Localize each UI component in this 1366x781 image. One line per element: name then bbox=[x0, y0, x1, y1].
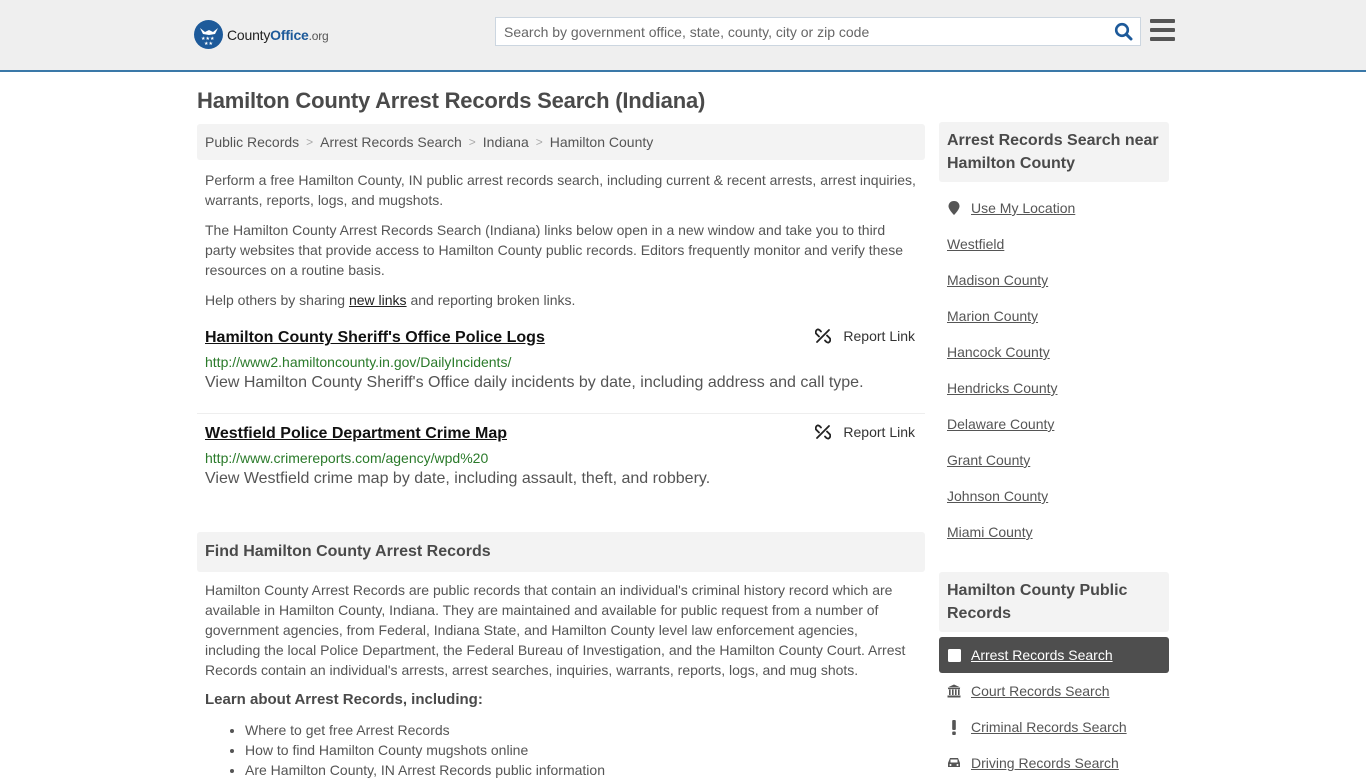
sidebar-nearby-heading: Arrest Records Search near Hamilton Coun… bbox=[939, 122, 1169, 182]
public-records-item-court[interactable]: Court Records Search bbox=[939, 673, 1169, 709]
resource-link-url[interactable]: http://www.crimereports.com/agency/wpd%2… bbox=[205, 448, 917, 468]
search-input[interactable] bbox=[496, 18, 1106, 45]
public-records-item-criminal[interactable]: Criminal Records Search bbox=[939, 709, 1169, 745]
broken-link-icon bbox=[815, 328, 832, 344]
new-links-link[interactable]: new links bbox=[349, 292, 407, 308]
nearby-item: Westfield bbox=[947, 226, 1161, 262]
breadcrumb: Public Records > Arrest Records Search >… bbox=[197, 124, 925, 160]
report-link-button[interactable]: Report Link bbox=[815, 328, 915, 344]
report-link-button[interactable]: Report Link bbox=[815, 424, 915, 440]
find-records-body: Hamilton County Arrest Records are publi… bbox=[205, 582, 906, 678]
nearby-item: Madison County bbox=[947, 262, 1161, 298]
public-records-item-arrest[interactable]: Arrest Records Search bbox=[939, 637, 1169, 673]
use-my-location-item: Use My Location bbox=[947, 190, 1161, 226]
nearby-link[interactable]: Madison County bbox=[947, 272, 1048, 288]
search-button[interactable] bbox=[1106, 18, 1140, 45]
menu-bar bbox=[1150, 37, 1175, 41]
public-records-link[interactable]: Arrest Records Search bbox=[971, 647, 1113, 663]
breadcrumb-indiana[interactable]: Indiana bbox=[483, 134, 529, 150]
public-records-link[interactable]: Driving Records Search bbox=[971, 755, 1119, 771]
nearby-link[interactable]: Westfield bbox=[947, 236, 1004, 252]
nearby-link[interactable]: Grant County bbox=[947, 452, 1030, 468]
sidebar-public-records-heading: Hamilton County Public Records bbox=[939, 572, 1169, 632]
nearby-link[interactable]: Delaware County bbox=[947, 416, 1054, 432]
public-records-link[interactable]: Court Records Search bbox=[971, 683, 1110, 699]
resource-link-description: View Westfield crime map by date, includ… bbox=[205, 470, 711, 487]
resource-link-item: Westfield Police Department Crime Map Re… bbox=[197, 414, 925, 490]
nearby-item: Hendricks County bbox=[947, 370, 1161, 406]
use-my-location-link[interactable]: Use My Location bbox=[971, 200, 1075, 216]
nearby-item: Marion County bbox=[947, 298, 1161, 334]
courthouse-icon bbox=[947, 684, 961, 698]
svg-text:★★: ★★ bbox=[204, 41, 213, 45]
nearby-item: Delaware County bbox=[947, 406, 1161, 442]
resource-link-url[interactable]: http://www2.hamiltoncounty.in.gov/DailyI… bbox=[205, 352, 917, 372]
nearby-link[interactable]: Hendricks County bbox=[947, 380, 1058, 396]
exclamation-icon bbox=[947, 719, 961, 735]
search-icon bbox=[1114, 22, 1132, 41]
site-header: ★★★ ★★ CountyOffice.org bbox=[0, 0, 1366, 72]
nearby-item: Grant County bbox=[947, 442, 1161, 478]
nearby-item: Johnson County bbox=[947, 478, 1161, 514]
learn-about-list: Where to get free Arrest Records How to … bbox=[245, 720, 605, 780]
breadcrumb-hamilton-county[interactable]: Hamilton County bbox=[550, 134, 654, 150]
menu-bar bbox=[1150, 28, 1175, 32]
resource-link-item: Hamilton County Sheriff's Office Police … bbox=[197, 328, 925, 414]
breadcrumb-separator: > bbox=[306, 135, 314, 149]
main-content: Public Records > Arrest Records Search >… bbox=[197, 124, 925, 490]
nearby-list: Use My Location Westfield Madison County… bbox=[939, 190, 1169, 550]
public-records-link[interactable]: Criminal Records Search bbox=[971, 719, 1127, 735]
nearby-link[interactable]: Hancock County bbox=[947, 344, 1050, 360]
nearby-item: Miami County bbox=[947, 514, 1161, 550]
intro-text: Perform a free Hamilton County, IN publi… bbox=[197, 170, 925, 310]
learn-about-item: Are Hamilton County, IN Arrest Records p… bbox=[245, 760, 605, 780]
sidebar-nearby: Arrest Records Search near Hamilton Coun… bbox=[939, 122, 1169, 550]
nearby-link[interactable]: Miami County bbox=[947, 524, 1033, 540]
resource-link-description: View Hamilton County Sheriff's Office da… bbox=[205, 374, 864, 391]
find-records-heading: Find Hamilton County Arrest Records bbox=[197, 532, 925, 572]
search-box bbox=[495, 17, 1141, 46]
square-icon bbox=[947, 648, 961, 662]
learn-about-heading: Learn about Arrest Records, including: bbox=[205, 691, 483, 708]
resource-link-title[interactable]: Westfield Police Department Crime Map bbox=[205, 424, 507, 444]
hamburger-menu-button[interactable] bbox=[1150, 19, 1175, 41]
page-title: Hamilton County Arrest Records Search (I… bbox=[197, 88, 706, 113]
resource-link-title[interactable]: Hamilton County Sheriff's Office Police … bbox=[205, 328, 545, 348]
map-pin-icon bbox=[947, 200, 961, 216]
breadcrumb-separator: > bbox=[535, 135, 543, 149]
broken-link-icon bbox=[815, 424, 832, 440]
sidebar-public-records: Hamilton County Public Records Arrest Re… bbox=[939, 572, 1169, 781]
nearby-item: Hancock County bbox=[947, 334, 1161, 370]
public-records-item-driving[interactable]: Driving Records Search bbox=[939, 745, 1169, 781]
public-records-list: Arrest Records Search Court Records Sear… bbox=[939, 637, 1169, 781]
intro-paragraph: The Hamilton County Arrest Records Searc… bbox=[205, 222, 903, 278]
nearby-link[interactable]: Johnson County bbox=[947, 488, 1048, 504]
breadcrumb-separator: > bbox=[468, 135, 476, 149]
site-logo[interactable]: ★★★ ★★ CountyOffice.org bbox=[194, 20, 329, 49]
eagle-logo-icon: ★★★ ★★ bbox=[194, 20, 223, 49]
learn-about-item: How to find Hamilton County mugshots onl… bbox=[245, 740, 605, 760]
share-links-paragraph: Help others by sharing new links and rep… bbox=[205, 292, 576, 308]
learn-about-item: Where to get free Arrest Records bbox=[245, 720, 605, 740]
nearby-link[interactable]: Marion County bbox=[947, 308, 1038, 324]
logo-text: CountyOffice.org bbox=[227, 26, 329, 43]
menu-bar bbox=[1150, 19, 1175, 23]
intro-paragraph: Perform a free Hamilton County, IN publi… bbox=[205, 172, 916, 208]
breadcrumb-public-records[interactable]: Public Records bbox=[205, 134, 299, 150]
breadcrumb-arrest-records-search[interactable]: Arrest Records Search bbox=[320, 134, 462, 150]
